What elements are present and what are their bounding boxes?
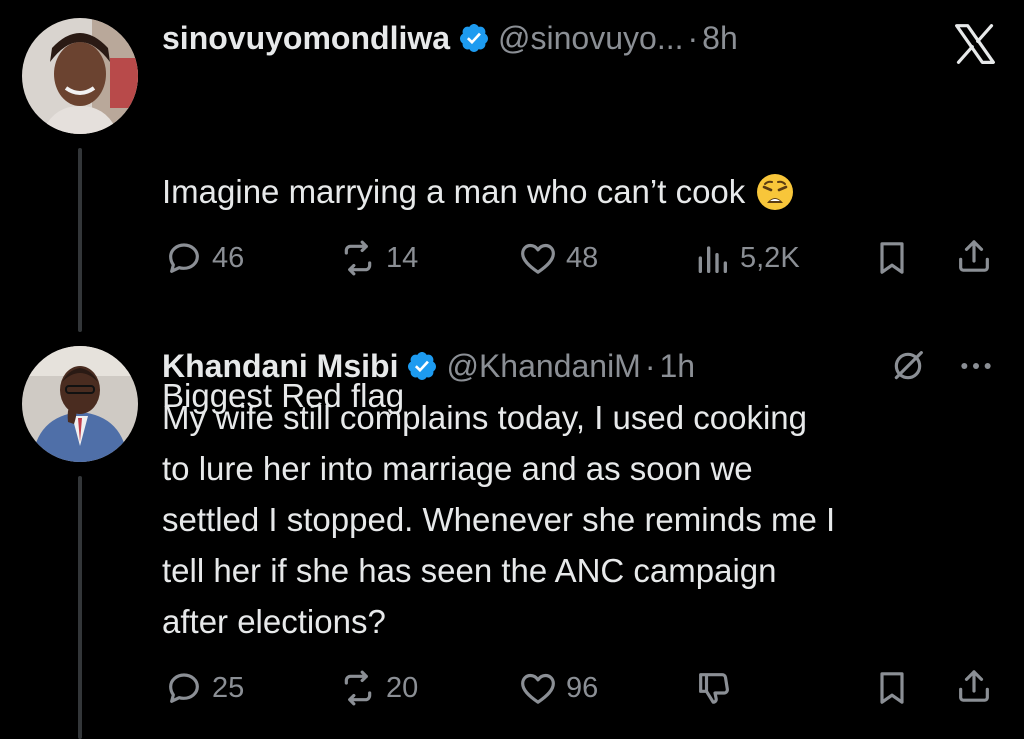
like-button[interactable]: 48 — [518, 238, 598, 278]
share-button[interactable] — [954, 236, 994, 276]
share-icon — [959, 240, 989, 272]
thumbs-down-icon — [699, 673, 729, 704]
like-count: 48 — [566, 242, 599, 274]
like-count: 96 — [566, 672, 599, 704]
x-logo-icon[interactable] — [950, 22, 1000, 66]
thread-line — [78, 148, 82, 332]
grok-button[interactable] — [888, 346, 928, 386]
views-button[interactable]: 5,2K — [692, 238, 800, 278]
bookmark-icon — [880, 242, 904, 274]
reply-icon — [169, 243, 199, 273]
bookmark-icon — [880, 672, 904, 704]
heart-icon — [521, 673, 555, 704]
tweet-text-line: Imagine marrying a man who can’t cook — [162, 173, 746, 210]
retweet-icon — [344, 670, 372, 706]
tweet-header: sinovuyomondliwa @sinovuyo... · 8h — [162, 18, 738, 58]
handle[interactable]: @sinovuyo... — [498, 18, 683, 58]
avatar[interactable] — [22, 346, 138, 462]
separator-dot: · — [644, 348, 656, 384]
retweet-button[interactable]: 14 — [338, 238, 418, 278]
reply-count: 25 — [212, 672, 245, 704]
weary-face-emoji-icon — [757, 173, 794, 210]
grok-icon — [894, 351, 923, 380]
reply-icon — [169, 673, 199, 703]
views-count: 5,2K — [740, 242, 800, 274]
retweet-count: 20 — [386, 672, 419, 704]
retweet-count: 14 — [386, 242, 419, 274]
bookmark-button[interactable] — [872, 668, 912, 708]
timestamp[interactable]: 1h — [659, 346, 695, 386]
separator-dot: · — [687, 20, 699, 56]
retweet-button[interactable]: 20 — [338, 668, 418, 708]
like-button[interactable]: 96 — [518, 668, 598, 708]
verified-badge-icon — [408, 352, 437, 380]
retweet-icon — [344, 240, 372, 276]
reply-button[interactable]: 46 — [164, 238, 244, 278]
heart-icon — [521, 243, 555, 274]
reply-count: 46 — [212, 242, 245, 274]
views-chart-icon — [698, 246, 727, 273]
downvote-button[interactable] — [694, 668, 734, 708]
more-options-button[interactable] — [956, 346, 996, 386]
more-dots-icon — [961, 363, 991, 369]
verified-badge-icon — [460, 24, 489, 52]
bookmark-button[interactable] — [872, 238, 912, 278]
timestamp[interactable]: 8h — [702, 18, 738, 58]
tweet-text: My wife still complains today, I used co… — [162, 399, 836, 640]
avatar[interactable] — [22, 18, 138, 134]
share-icon — [959, 670, 989, 702]
tweet-header: Khandani Msibi @KhandaniM · 1h — [162, 346, 695, 386]
share-button[interactable] — [954, 666, 994, 706]
handle[interactable]: @KhandaniM — [446, 346, 640, 386]
thread-line — [78, 476, 82, 739]
display-name[interactable]: Khandani Msibi — [162, 346, 398, 386]
display-name[interactable]: sinovuyomondliwa — [162, 18, 450, 58]
reply-button[interactable]: 25 — [164, 668, 244, 708]
